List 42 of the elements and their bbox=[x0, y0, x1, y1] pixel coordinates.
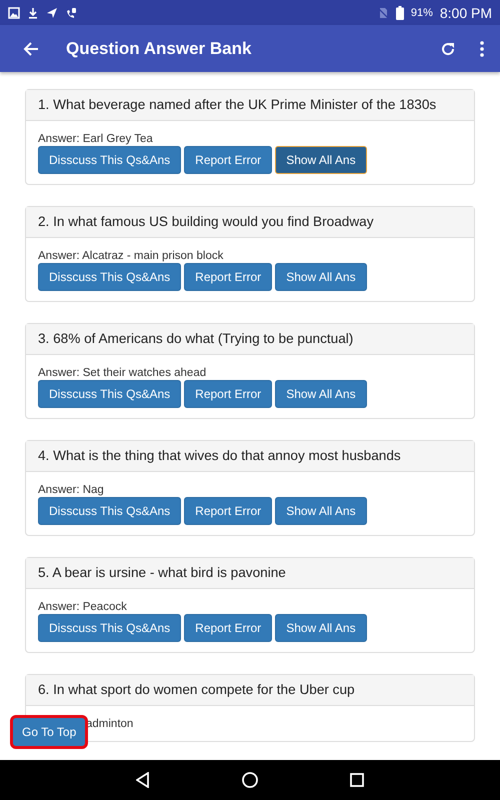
question-text: 2. In what famous US building would you find Broadway bbox=[26, 207, 474, 238]
action-button[interactable]: Disscuss This Qs&Ans bbox=[38, 263, 182, 291]
refresh-icon[interactable] bbox=[440, 40, 456, 56]
answer-text: Answer: Earl Grey Tea bbox=[38, 133, 154, 145]
action-button[interactable]: Report Error bbox=[184, 146, 272, 174]
app-title: Question Answer Bank bbox=[66, 38, 252, 58]
answer-text: adminton bbox=[86, 718, 134, 730]
answer-text: Answer: Peacock bbox=[38, 601, 128, 613]
back-icon[interactable] bbox=[136, 772, 150, 788]
home-icon[interactable] bbox=[242, 772, 258, 788]
action-button[interactable]: Report Error bbox=[184, 263, 272, 291]
action-button[interactable]: Show All Ans bbox=[275, 146, 367, 174]
action-button[interactable]: Show All Ans bbox=[275, 614, 367, 642]
battery-icon bbox=[396, 6, 404, 20]
clock-time: 8:00 PM bbox=[440, 4, 492, 20]
action-button[interactable]: Show All Ans bbox=[275, 263, 367, 291]
action-button[interactable]: Disscuss This Qs&Ans bbox=[38, 497, 182, 525]
action-button[interactable]: Show All Ans bbox=[275, 380, 367, 408]
action-button[interactable]: Report Error bbox=[184, 380, 272, 408]
question-text: 3. 68% of Americans do what (Trying to be punctual) bbox=[26, 324, 474, 355]
download-icon bbox=[27, 6, 39, 18]
question-text: 5. A bear is ursine - what bird is pavonine bbox=[26, 558, 474, 589]
back-arrow-icon[interactable] bbox=[23, 40, 39, 56]
go-to-top-button[interactable]: Go To Top bbox=[10, 715, 88, 749]
question-text: 1. What beverage named after the UK Prime Minister of the 1830s bbox=[26, 90, 474, 121]
image-icon bbox=[8, 6, 20, 18]
action-button[interactable]: Disscuss This Qs&Ans bbox=[38, 380, 182, 408]
more-menu-icon[interactable] bbox=[480, 40, 484, 56]
answer-text: Answer: Nag bbox=[38, 484, 105, 496]
action-button[interactable]: Report Error bbox=[184, 497, 272, 525]
answer-text: Answer: Set their watches ahead bbox=[38, 367, 208, 379]
answer-text: Answer: Alcatraz - main prison block bbox=[38, 250, 224, 262]
action-button[interactable]: Report Error bbox=[184, 614, 272, 642]
recents-icon[interactable] bbox=[350, 773, 364, 787]
battery-percent: 91% bbox=[410, 6, 433, 18]
action-button[interactable]: Disscuss This Qs&Ans bbox=[38, 614, 182, 642]
action-button[interactable]: Show All Ans bbox=[275, 497, 367, 525]
question-text: 6. In what sport do women compete for the Uber cup bbox=[26, 675, 474, 706]
send-icon bbox=[46, 6, 58, 18]
action-button[interactable]: Disscuss This Qs&Ans bbox=[38, 146, 182, 174]
question-text: 4. What is the thing that wives do that annoy most husbands bbox=[26, 441, 474, 472]
phone-icon bbox=[65, 6, 77, 18]
